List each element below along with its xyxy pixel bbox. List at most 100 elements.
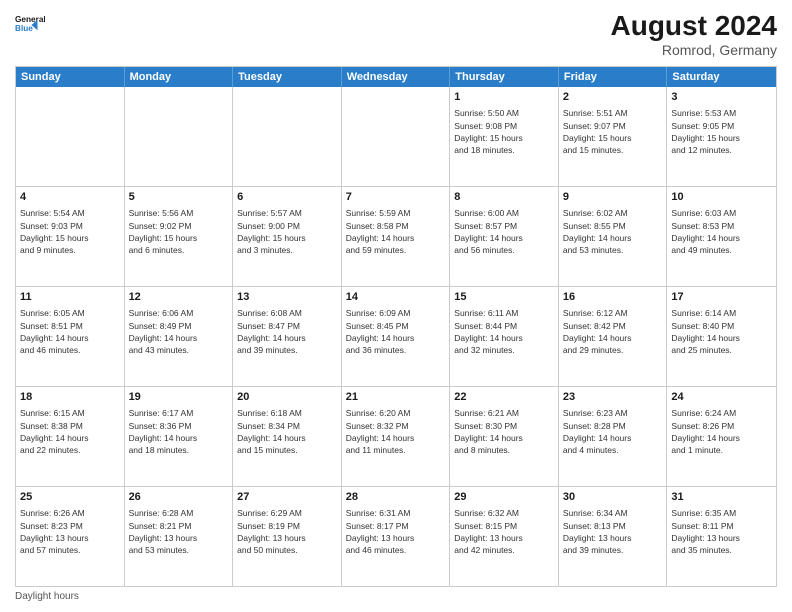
day-info: Sunrise: 6:12 AM Sunset: 8:42 PM Dayligh… xyxy=(563,307,663,356)
calendar-cell: 3Sunrise: 5:53 AM Sunset: 9:05 PM Daylig… xyxy=(667,87,776,186)
day-number: 19 xyxy=(129,390,229,405)
calendar-cell xyxy=(342,87,451,186)
day-info: Sunrise: 6:18 AM Sunset: 8:34 PM Dayligh… xyxy=(237,407,337,456)
calendar-cell: 22 Sunrise: 6:21 AM Sunset: 8:30 PM Dayli… xyxy=(450,387,559,486)
calendar-cell: 17 Sunrise: 6:14 AM Sunset: 8:40 PM Dayli… xyxy=(667,287,776,386)
day-number: 24 xyxy=(671,390,772,405)
day-info: Sunrise: 5:56 AM Sunset: 9:02 PM Dayligh… xyxy=(129,207,229,256)
day-info: Sunrise: 6:15 AM Sunset: 8:38 PM Dayligh… xyxy=(20,407,120,456)
day-number: 1 xyxy=(454,90,554,105)
calendar-header-row: SundayMondayTuesdayWednesdayThursdayFrid… xyxy=(16,67,776,87)
calendar-week-2: 11Sunrise: 6:05 AM Sunset: 8:51 PM Dayli… xyxy=(16,286,776,386)
day-header-wednesday: Wednesday xyxy=(342,67,451,87)
calendar-cell: 20 Sunrise: 6:18 AM Sunset: 8:34 PM Dayli… xyxy=(233,387,342,486)
calendar-cell: 6Sunrise: 5:57 AM Sunset: 9:00 PM Daylig… xyxy=(233,187,342,286)
svg-text:General: General xyxy=(15,15,45,24)
calendar-cell xyxy=(16,87,125,186)
calendar-cell: 15Sunrise: 6:11 AM Sunset: 8:44 PM Dayli… xyxy=(450,287,559,386)
day-number: 13 xyxy=(237,290,337,305)
header: GeneralBlue August 2024 Romrod, Germany xyxy=(15,10,777,58)
calendar: SundayMondayTuesdayWednesdayThursdayFrid… xyxy=(15,66,777,587)
day-number: 20 xyxy=(237,390,337,405)
day-info: Sunrise: 6:34 AM Sunset: 8:13 PM Dayligh… xyxy=(563,507,663,556)
day-header-saturday: Saturday xyxy=(667,67,776,87)
calendar-cell: 30 Sunrise: 6:34 AM Sunset: 8:13 PM Dayli… xyxy=(559,487,668,586)
calendar-cell: 1Sunrise: 5:50 AM Sunset: 9:08 PM Daylig… xyxy=(450,87,559,186)
day-info: Sunrise: 6:08 AM Sunset: 8:47 PM Dayligh… xyxy=(237,307,337,356)
calendar-week-1: 4Sunrise: 5:54 AM Sunset: 9:03 PM Daylig… xyxy=(16,186,776,286)
day-info: Sunrise: 6:02 AM Sunset: 8:55 PM Dayligh… xyxy=(563,207,663,256)
day-number: 2 xyxy=(563,90,663,105)
day-number: 28 xyxy=(346,490,446,505)
day-number: 14 xyxy=(346,290,446,305)
day-header-thursday: Thursday xyxy=(450,67,559,87)
day-header-sunday: Sunday xyxy=(16,67,125,87)
day-number: 22 xyxy=(454,390,554,405)
calendar-cell: 21 Sunrise: 6:20 AM Sunset: 8:32 PM Dayli… xyxy=(342,387,451,486)
calendar-cell: 11Sunrise: 6:05 AM Sunset: 8:51 PM Dayli… xyxy=(16,287,125,386)
day-number: 9 xyxy=(563,190,663,205)
day-info: Sunrise: 6:23 AM Sunset: 8:28 PM Dayligh… xyxy=(563,407,663,456)
day-number: 12 xyxy=(129,290,229,305)
day-info: Sunrise: 6:20 AM Sunset: 8:32 PM Dayligh… xyxy=(346,407,446,456)
calendar-cell: 5 Sunrise: 5:56 AM Sunset: 9:02 PM Daylig… xyxy=(125,187,234,286)
calendar-cell: 7Sunrise: 5:59 AM Sunset: 8:58 PM Daylig… xyxy=(342,187,451,286)
calendar-cell: 16 Sunrise: 6:12 AM Sunset: 8:42 PM Dayli… xyxy=(559,287,668,386)
calendar-cell: 8Sunrise: 6:00 AM Sunset: 8:57 PM Daylig… xyxy=(450,187,559,286)
calendar-cell: 26 Sunrise: 6:28 AM Sunset: 8:21 PM Dayli… xyxy=(125,487,234,586)
day-info: Sunrise: 6:06 AM Sunset: 8:49 PM Dayligh… xyxy=(129,307,229,356)
page: GeneralBlue August 2024 Romrod, Germany … xyxy=(0,0,792,612)
day-info: Sunrise: 5:54 AM Sunset: 9:03 PM Dayligh… xyxy=(20,207,120,256)
calendar-cell xyxy=(125,87,234,186)
calendar-cell: 9 Sunrise: 6:02 AM Sunset: 8:55 PM Daylig… xyxy=(559,187,668,286)
day-number: 16 xyxy=(563,290,663,305)
calendar-cell: 28Sunrise: 6:31 AM Sunset: 8:17 PM Dayli… xyxy=(342,487,451,586)
footer-note: Daylight hours xyxy=(15,591,777,602)
day-number: 30 xyxy=(563,490,663,505)
day-number: 10 xyxy=(671,190,772,205)
calendar-cell: 31Sunrise: 6:35 AM Sunset: 8:11 PM Dayli… xyxy=(667,487,776,586)
day-info: Sunrise: 6:14 AM Sunset: 8:40 PM Dayligh… xyxy=(671,307,772,356)
day-number: 8 xyxy=(454,190,554,205)
day-header-tuesday: Tuesday xyxy=(233,67,342,87)
day-info: Sunrise: 6:03 AM Sunset: 8:53 PM Dayligh… xyxy=(671,207,772,256)
day-number: 15 xyxy=(454,290,554,305)
calendar-cell: 10 Sunrise: 6:03 AM Sunset: 8:53 PM Dayli… xyxy=(667,187,776,286)
calendar-cell: 19 Sunrise: 6:17 AM Sunset: 8:36 PM Dayli… xyxy=(125,387,234,486)
day-info: Sunrise: 6:05 AM Sunset: 8:51 PM Dayligh… xyxy=(20,307,120,356)
day-number: 21 xyxy=(346,390,446,405)
day-info: Sunrise: 5:57 AM Sunset: 9:00 PM Dayligh… xyxy=(237,207,337,256)
calendar-cell: 12 Sunrise: 6:06 AM Sunset: 8:49 PM Dayli… xyxy=(125,287,234,386)
calendar-cell: 24 Sunrise: 6:24 AM Sunset: 8:26 PM Dayli… xyxy=(667,387,776,486)
day-info: Sunrise: 6:29 AM Sunset: 8:19 PM Dayligh… xyxy=(237,507,337,556)
day-number: 17 xyxy=(671,290,772,305)
day-number: 31 xyxy=(671,490,772,505)
day-info: Sunrise: 5:59 AM Sunset: 8:58 PM Dayligh… xyxy=(346,207,446,256)
calendar-week-0: 1Sunrise: 5:50 AM Sunset: 9:08 PM Daylig… xyxy=(16,87,776,186)
day-info: Sunrise: 6:26 AM Sunset: 8:23 PM Dayligh… xyxy=(20,507,120,556)
day-number: 25 xyxy=(20,490,120,505)
calendar-cell: 25 Sunrise: 6:26 AM Sunset: 8:23 PM Dayli… xyxy=(16,487,125,586)
day-info: Sunrise: 6:09 AM Sunset: 8:45 PM Dayligh… xyxy=(346,307,446,356)
calendar-cell: 29Sunrise: 6:32 AM Sunset: 8:15 PM Dayli… xyxy=(450,487,559,586)
calendar-cell xyxy=(233,87,342,186)
day-number: 26 xyxy=(129,490,229,505)
day-number: 5 xyxy=(129,190,229,205)
logo: GeneralBlue xyxy=(15,10,45,40)
svg-text:Blue: Blue xyxy=(15,24,33,33)
calendar-week-3: 18 Sunrise: 6:15 AM Sunset: 8:38 PM Dayli… xyxy=(16,386,776,486)
calendar-cell: 2Sunrise: 5:51 AM Sunset: 9:07 PM Daylig… xyxy=(559,87,668,186)
day-info: Sunrise: 6:24 AM Sunset: 8:26 PM Dayligh… xyxy=(671,407,772,456)
day-info: Sunrise: 5:53 AM Sunset: 9:05 PM Dayligh… xyxy=(671,107,772,156)
title-block: August 2024 Romrod, Germany xyxy=(611,10,778,58)
calendar-cell: 27Sunrise: 6:29 AM Sunset: 8:19 PM Dayli… xyxy=(233,487,342,586)
day-number: 18 xyxy=(20,390,120,405)
day-header-monday: Monday xyxy=(125,67,234,87)
day-info: Sunrise: 6:21 AM Sunset: 8:30 PM Dayligh… xyxy=(454,407,554,456)
day-info: Sunrise: 6:28 AM Sunset: 8:21 PM Dayligh… xyxy=(129,507,229,556)
month-title: August 2024 xyxy=(611,10,778,42)
logo-icon: GeneralBlue xyxy=(15,10,45,40)
calendar-cell: 23Sunrise: 6:23 AM Sunset: 8:28 PM Dayli… xyxy=(559,387,668,486)
day-info: Sunrise: 6:17 AM Sunset: 8:36 PM Dayligh… xyxy=(129,407,229,456)
calendar-cell: 18 Sunrise: 6:15 AM Sunset: 8:38 PM Dayli… xyxy=(16,387,125,486)
